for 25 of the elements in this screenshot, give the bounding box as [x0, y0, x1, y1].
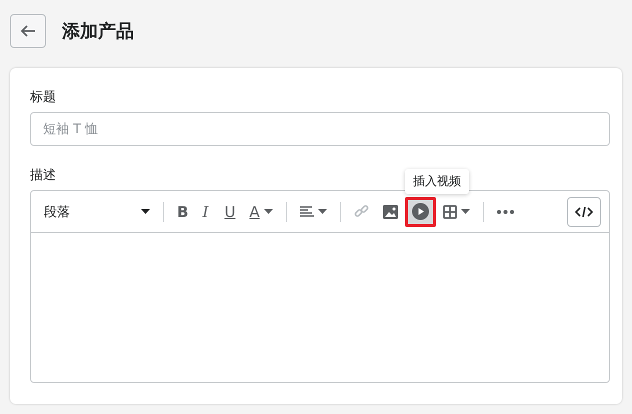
more-icon: [496, 210, 514, 214]
caret-icon: [264, 209, 273, 214]
tooltip: 插入视频: [405, 169, 469, 194]
code-icon: [575, 206, 593, 218]
image-icon: [382, 204, 398, 218]
video-button[interactable]: [404, 196, 436, 226]
back-arrow-icon: [20, 25, 36, 37]
text-color-button[interactable]: A: [242, 196, 280, 226]
caret-icon: [141, 209, 150, 214]
caret-icon: [318, 209, 327, 214]
align-icon: [300, 206, 314, 218]
table-icon: [442, 204, 457, 218]
back-button[interactable]: [10, 14, 46, 48]
format-dropdown[interactable]: 段落: [37, 196, 157, 226]
field-label: 描述: [30, 167, 56, 184]
caret-icon: [460, 209, 470, 214]
title-input-field[interactable]: 短袖 T 恤: [30, 112, 610, 146]
play-icon: [412, 203, 429, 220]
italic-button[interactable]: I: [195, 196, 218, 226]
field-label: 标题: [30, 89, 56, 106]
page-title: 添加产品: [62, 20, 134, 43]
underline-button[interactable]: U: [217, 196, 242, 226]
code-view-button[interactable]: [567, 196, 601, 226]
link-icon: [354, 204, 369, 219]
bold-button[interactable]: B: [170, 196, 196, 226]
